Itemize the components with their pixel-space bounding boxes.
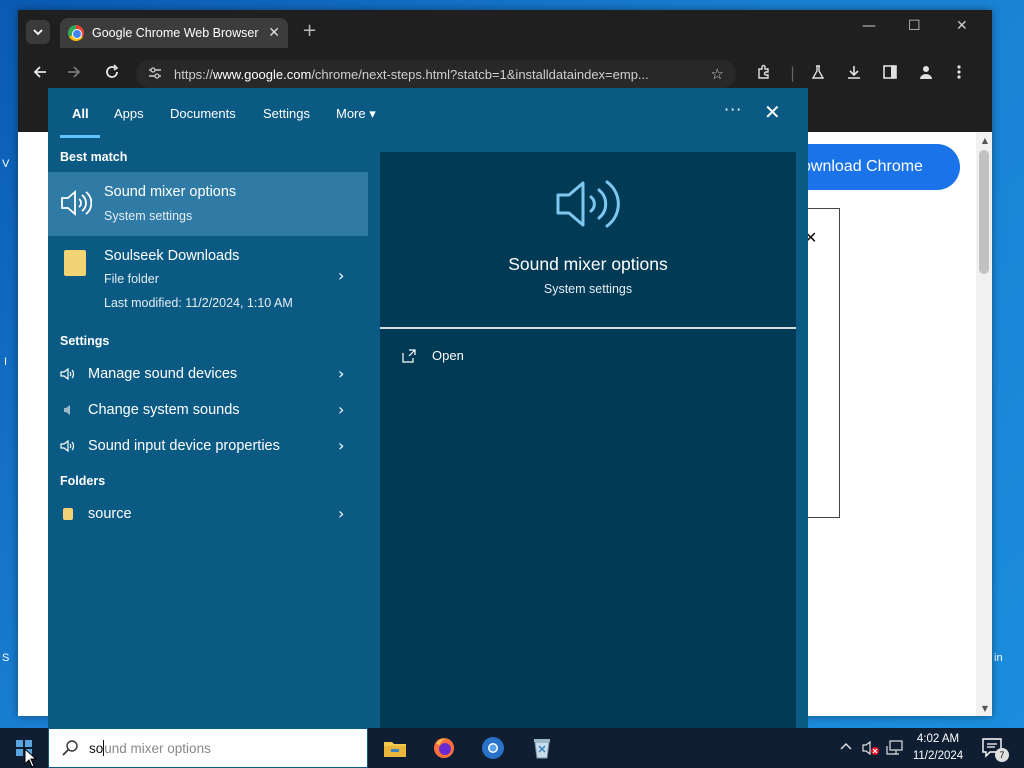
site-info-icon[interactable] (148, 66, 162, 82)
preview-subtitle: System settings (543, 282, 633, 296)
result-title: Soulseek Downloads (104, 248, 240, 264)
result-subtitle: File folder (104, 272, 159, 286)
open-label: Open (432, 348, 464, 363)
result-title: Manage sound devices (88, 366, 238, 382)
result-change-system-sounds[interactable]: Change system sounds › (48, 396, 368, 426)
chevron-right-icon[interactable]: › (338, 504, 344, 523)
preview-title: Sound mixer options (508, 254, 668, 274)
labs-flask-icon[interactable] (810, 64, 826, 84)
notification-center-button[interactable]: 7 (982, 738, 1009, 762)
close-search-button[interactable]: ✕ (764, 100, 781, 124)
search-icon (62, 740, 78, 756)
section-header-best-match: Best match (60, 150, 128, 164)
chevron-down-icon (33, 29, 43, 36)
show-hidden-icons-chevron-up-icon[interactable] (840, 740, 852, 754)
folder-icon (64, 250, 86, 276)
chevron-right-icon[interactable]: › (338, 436, 344, 455)
open-external-icon (402, 348, 416, 363)
desktop-icon-label[interactable]: I (4, 356, 7, 368)
best-match-result[interactable]: Sound mixer options System settings (48, 172, 368, 236)
menu-kebab-icon[interactable] (956, 64, 962, 84)
taskbar-search-input[interactable]: sound mixer options (48, 728, 368, 768)
arrow-left-icon (33, 66, 46, 78)
bookmark-star-icon[interactable]: ☆ (711, 65, 724, 83)
open-action[interactable]: Open (402, 348, 464, 363)
firefox-icon[interactable] (430, 734, 458, 762)
arrow-right-icon (68, 66, 81, 78)
desktop-icon-label[interactable]: V (2, 158, 9, 170)
result-modified: Last modified: 11/2/2024, 1:10 AM (104, 296, 293, 310)
chrome-icon[interactable] (479, 734, 507, 762)
desktop-icon-label[interactable]: S (2, 652, 9, 664)
search-results-list: Best match Sound mixer options System se… (48, 138, 368, 728)
section-header-settings: Settings (60, 334, 110, 348)
taskbar: sound mixer options 4:02 AM 11/2/2024 7 (0, 728, 1024, 768)
close-window-button[interactable]: ✕ (956, 18, 968, 34)
clock-date: 11/2/2024 (912, 750, 964, 762)
preview-divider (380, 327, 796, 329)
new-tab-button[interactable]: + (302, 20, 317, 41)
result-preview-pane: Sound mixer options System settings Open (380, 152, 796, 728)
tab-all[interactable]: All (72, 106, 89, 121)
best-match-subtitle: System settings (104, 209, 193, 223)
result-title: Change system sounds (88, 402, 240, 418)
address-bar[interactable]: https://www.google.com/chrome/next-steps… (136, 60, 736, 88)
best-match-title: Sound mixer options (104, 184, 237, 200)
speaker-icon (61, 190, 92, 216)
profile-icon[interactable] (918, 64, 934, 84)
reload-button[interactable] (104, 64, 120, 84)
minimize-button[interactable]: — (862, 18, 876, 34)
result-manage-sound-devices[interactable]: Manage sound devices › (48, 360, 368, 390)
speaker-small-icon (64, 405, 70, 415)
page-scrollbar[interactable]: ▲ ▼ (976, 132, 992, 716)
extensions-icon[interactable] (756, 64, 772, 84)
scroll-up-icon[interactable]: ▲ (982, 136, 988, 145)
forward-button[interactable] (66, 64, 82, 84)
network-icon[interactable] (886, 740, 904, 759)
chrome-favicon-icon (68, 25, 84, 41)
tab-search-button[interactable] (26, 20, 50, 44)
tab-close-icon[interactable]: ✕ (268, 25, 280, 41)
speaker-icon (60, 367, 75, 381)
tab-settings[interactable]: Settings (263, 106, 310, 121)
tab-documents[interactable]: Documents (170, 106, 236, 121)
back-button[interactable] (32, 64, 48, 84)
reload-icon (106, 64, 119, 78)
tab-title: Google Chrome Web Browser (92, 26, 259, 40)
search-query: sound mixer options (89, 740, 211, 756)
search-filter-tabs: All Apps Documents Settings More ▾ ··· ✕ (48, 88, 808, 138)
chevron-right-icon[interactable]: › (338, 400, 344, 419)
chevron-right-icon[interactable]: › (338, 364, 344, 383)
scroll-thumb[interactable] (979, 150, 989, 274)
mouse-cursor-icon (24, 748, 38, 768)
side-panel-icon[interactable] (882, 64, 898, 84)
folder-icon (63, 508, 73, 520)
speaker-large-icon (556, 180, 620, 228)
tab-apps[interactable]: Apps (114, 106, 144, 121)
result-sound-input-device-properties[interactable]: Sound input device properties › (48, 432, 368, 462)
scroll-down-icon[interactable]: ▼ (982, 704, 988, 713)
recycle-bin-icon[interactable] (528, 734, 556, 762)
start-search-panel: All Apps Documents Settings More ▾ ··· ✕… (48, 88, 808, 728)
download-icon[interactable] (846, 64, 862, 84)
notification-count-badge: 7 (995, 748, 1009, 762)
speaker-icon (60, 439, 75, 453)
result-folder-source[interactable]: source › (48, 500, 368, 530)
more-options-icon[interactable]: ··· (724, 100, 742, 119)
taskbar-clock[interactable]: 4:02 AM 11/2/2024 (904, 731, 972, 765)
desktop-icon-label[interactable]: in (994, 652, 1003, 664)
chevron-right-icon[interactable]: › (338, 266, 344, 285)
section-header-folders: Folders (60, 474, 106, 488)
result-title: Sound input device properties (88, 438, 280, 454)
tab-more[interactable]: More ▾ (336, 106, 376, 122)
browser-tab[interactable]: Google Chrome Web Browser ✕ (60, 18, 288, 48)
file-explorer-icon[interactable] (381, 734, 409, 762)
toolbar-separator: | (790, 64, 796, 82)
volume-muted-icon[interactable] (862, 740, 880, 759)
result-soulseek-downloads[interactable]: Soulseek Downloads File folder Last modi… (48, 236, 368, 318)
result-title: source (88, 506, 132, 522)
url-text: https://www.google.com/chrome/next-steps… (174, 66, 649, 82)
clock-time: 4:02 AM (916, 733, 960, 745)
maximize-button[interactable]: ☐ (908, 18, 921, 34)
